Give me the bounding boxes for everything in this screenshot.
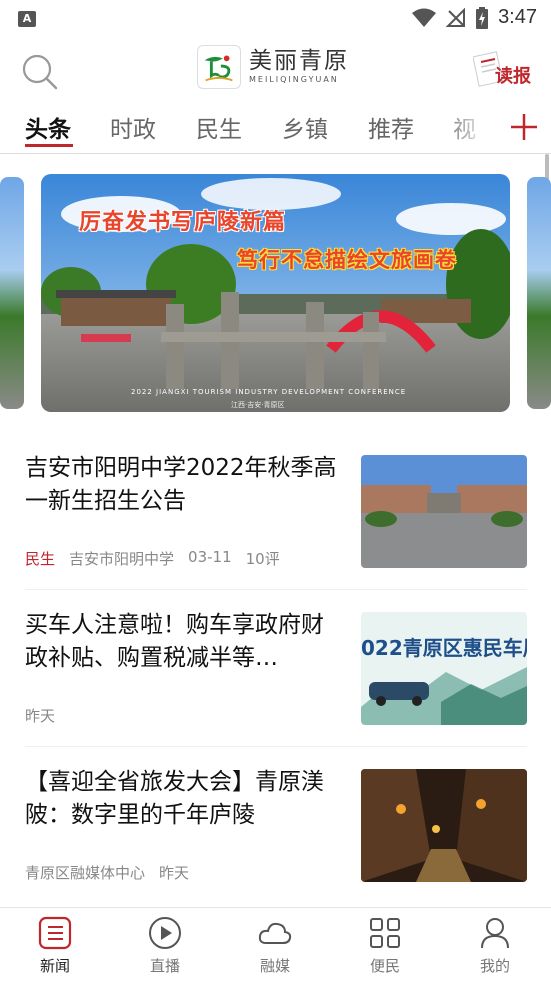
tab-towns[interactable]: 乡镇 [282, 110, 328, 144]
add-channel-icon[interactable] [508, 108, 540, 144]
status-icons: 3:47 [412, 6, 537, 29]
nav-services-label: 便民 [369, 957, 400, 975]
search-icon [22, 54, 58, 90]
banner-prev-slide[interactable] [0, 177, 24, 409]
bottom-navigation: 新闻 直播 融媒 便民 我的 [0, 907, 551, 981]
banner-caption-2: 江西·吉安·青原区 [231, 401, 285, 409]
tab-livelihood[interactable]: 民生 [196, 110, 242, 144]
news-thumbnail[interactable]: 022青原区惠民车展 [361, 612, 527, 725]
user-icon [481, 918, 509, 949]
grid-icon [370, 918, 400, 948]
cloud-icon [258, 922, 292, 944]
news-list-icon [38, 916, 72, 950]
banner-headline-1: 厉奋发书写庐陵新篇 [79, 210, 287, 235]
notification-a-icon: A [18, 11, 36, 27]
read-newspaper-label: 读报 [495, 66, 531, 87]
nav-services[interactable]: 便民 [350, 916, 420, 978]
tab-recommended[interactable]: 推荐 [368, 110, 414, 144]
wifi-icon [412, 8, 437, 27]
nav-news-label: 新闻 [39, 957, 70, 975]
news-date: 昨天 [159, 864, 190, 882]
news-thumbnail[interactable] [361, 455, 527, 568]
nav-profile-label: 我的 [479, 957, 510, 975]
banner-slide[interactable]: 厉奋发书写庐陵新篇 笃行不怠描绘文旅画卷 2022 JIANGXI TOURIS… [41, 174, 510, 412]
news-date: 昨天 [25, 707, 56, 725]
play-circle-icon [149, 917, 181, 949]
read-newspaper-button[interactable]: 读报 [473, 48, 531, 92]
news-category: 民生 [25, 550, 56, 568]
active-tab-indicator [25, 144, 73, 147]
news-thumbnail[interactable] [361, 769, 527, 882]
banner-caption: 2022 JIANGXI TOURISM INDUSTRY DEVELOPMEN… [131, 388, 407, 396]
logo-subtitle: MEILIQINGYUAN [249, 75, 339, 84]
banner-next-slide[interactable] [527, 177, 551, 409]
nav-live-label: 直播 [149, 957, 180, 975]
news-comments: 10评 [245, 550, 280, 568]
news-source: 青原区融媒体中心 [25, 864, 146, 882]
nav-media-label: 融媒 [259, 957, 290, 975]
car-show-title: 022青原区惠民车展 [361, 636, 527, 660]
ancient-street-photo [361, 769, 527, 882]
status-time: 3:47 [498, 6, 537, 28]
battery-charging-icon [476, 6, 489, 29]
news-source: 吉安市阳明中学 [69, 550, 175, 568]
logo-text: 美丽青原 MEILIQINGYUAN [249, 48, 349, 86]
category-tabs: 头条 时政 民生 乡镇 推荐 视 [0, 100, 551, 154]
news-title[interactable]: 【喜迎全省旅发大会】青原渼陂：数字里的千年庐陵 [25, 766, 343, 832]
banner-carousel[interactable]: 厉奋发书写庐陵新篇 笃行不怠描绘文旅画卷 2022 JIANGXI TOURIS… [0, 174, 551, 412]
news-meta: 青原区融媒体中心 昨天 [25, 862, 189, 883]
logo-mark-icon [197, 45, 241, 89]
news-item[interactable]: 【喜迎全省旅发大会】青原渼陂：数字里的千年庐陵 青原区融媒体中心 昨天 [25, 766, 527, 904]
car-show-poster [361, 612, 527, 725]
logo-title: 美丽青原 [249, 48, 349, 74]
news-date: 03-11 [188, 548, 232, 566]
tabs-fade [440, 100, 500, 152]
no-signal-icon [446, 7, 466, 27]
news-title[interactable]: 吉安市阳明中学2022年秋季高一新生招生公告 [25, 452, 343, 518]
app-header: 美丽青原 MEILIQINGYUAN 读报 [0, 38, 551, 100]
nav-profile[interactable]: 我的 [460, 916, 530, 978]
search-button[interactable] [20, 52, 60, 92]
news-meta: 民生 吉安市阳明中学 03-11 10评 [25, 548, 280, 569]
news-item[interactable]: 吉安市阳明中学2022年秋季高一新生招生公告 民生 吉安市阳明中学 03-11 … [25, 452, 527, 590]
news-title[interactable]: 买车人注意啦！购车享政府财政补贴、购置税减半等… [25, 609, 343, 675]
news-item[interactable]: 买车人注意啦！购车享政府财政补贴、购置税减半等… 昨天 022青原区惠民车展 [25, 609, 527, 747]
banner-headline-2: 笃行不怠描绘文旅画卷 [237, 248, 457, 272]
nav-live[interactable]: 直播 [130, 916, 200, 978]
app-logo: 美丽青原 MEILIQINGYUAN [197, 44, 349, 90]
nav-media[interactable]: 融媒 [240, 916, 310, 978]
tab-headlines[interactable]: 头条 [25, 110, 71, 144]
tab-politics[interactable]: 时政 [110, 110, 156, 144]
school-photo [361, 455, 527, 568]
news-meta: 昨天 [25, 705, 55, 726]
status-bar: A 3:47 [0, 0, 551, 38]
nav-news[interactable]: 新闻 [20, 916, 90, 978]
